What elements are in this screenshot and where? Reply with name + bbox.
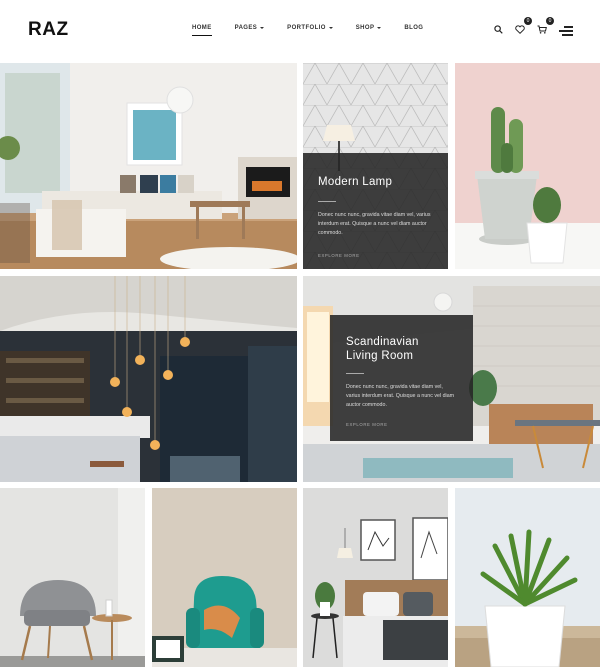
scandinavian-title-line2: Living Room xyxy=(346,350,414,362)
modern-lamp-description: Donec nunc nunc, gravida vitae diam vel,… xyxy=(318,212,431,236)
bar-interior-image xyxy=(0,276,297,482)
chevron-down-icon xyxy=(328,27,333,29)
nav-pages-label: PAGES xyxy=(234,25,258,31)
nav-blog-label: BLOG xyxy=(404,25,424,31)
cart-icon xyxy=(537,25,547,34)
living-room-fireplace-image xyxy=(0,63,297,269)
tile-bar-interior[interactable] xyxy=(0,276,297,482)
nav-shop-label: SHOP xyxy=(355,25,375,31)
scandinavian-description: Donec nunc nunc, gravida vitae diam vel,… xyxy=(346,384,455,408)
nav-home[interactable]: HOME xyxy=(192,25,212,36)
tile-modern-lamp[interactable]: Modern Lamp Donec nunc nunc, gravida vit… xyxy=(303,63,448,269)
scandinavian-explore-link[interactable]: EXPLORE MORE xyxy=(346,422,457,427)
tile-grey-chair[interactable] xyxy=(0,488,145,667)
wishlist-button[interactable]: 0 xyxy=(513,17,532,36)
cart-count-badge: 0 xyxy=(546,17,554,25)
tile-living-room-fireplace[interactable] xyxy=(0,63,297,269)
nav-shop[interactable]: SHOP xyxy=(356,25,382,31)
bedroom-image xyxy=(303,488,448,667)
modern-lamp-title: Modern Lamp xyxy=(318,176,393,188)
tile-bedroom[interactable] xyxy=(303,488,448,667)
site-header: RAZ HOME PAGES PORTFOLIO SHOP BLOG 0 0 xyxy=(0,0,600,62)
search-button[interactable] xyxy=(491,22,505,36)
grey-chair-image xyxy=(0,488,145,667)
scandinavian-title-line1: Scandinavian xyxy=(346,336,419,348)
chevron-down-icon xyxy=(377,27,382,29)
title-divider xyxy=(346,373,364,374)
search-icon xyxy=(493,24,503,34)
hamburger-menu-icon[interactable] xyxy=(559,26,573,36)
scandinavian-card: Scandinavian Living Room Donec nunc nunc… xyxy=(330,315,473,441)
heart-icon xyxy=(515,24,525,34)
wishlist-count-badge: 0 xyxy=(524,17,532,25)
tile-succulent[interactable] xyxy=(455,488,600,667)
nav-blog[interactable]: BLOG xyxy=(404,25,423,31)
tile-teal-armchair[interactable] xyxy=(152,488,297,667)
nav-portfolio-label: PORTFOLIO xyxy=(287,25,326,31)
title-divider xyxy=(318,201,336,202)
cactus-image xyxy=(455,63,600,269)
nav-pages[interactable]: PAGES xyxy=(235,25,265,31)
header-tools: 0 0 xyxy=(491,17,557,36)
succulent-image xyxy=(455,488,600,667)
modern-lamp-card: Modern Lamp Donec nunc nunc, gravida vit… xyxy=(303,153,448,269)
cart-button[interactable]: 0 xyxy=(535,17,554,36)
tile-cactus[interactable] xyxy=(455,63,600,269)
modern-lamp-explore-link[interactable]: EXPLORE MORE xyxy=(318,253,433,258)
teal-armchair-image xyxy=(152,488,297,667)
tile-scandinavian-living-room[interactable]: Scandinavian Living Room Donec nunc nunc… xyxy=(303,276,600,482)
chevron-down-icon xyxy=(260,27,265,29)
main-nav: HOME PAGES PORTFOLIO SHOP BLOG xyxy=(192,25,446,36)
nav-home-label: HOME xyxy=(192,25,212,31)
site-logo[interactable]: RAZ xyxy=(28,19,69,41)
nav-portfolio[interactable]: PORTFOLIO xyxy=(287,25,333,31)
